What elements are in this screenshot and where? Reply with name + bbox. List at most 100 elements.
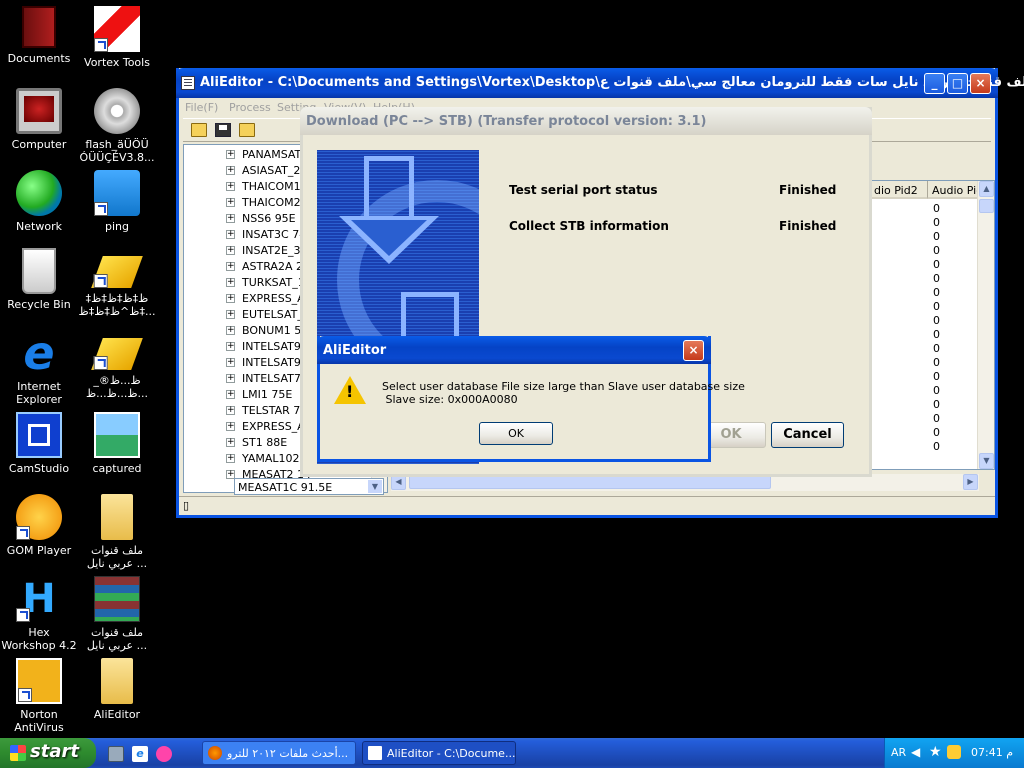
expand-icon[interactable]: + (226, 390, 235, 399)
desktop-icon-computer[interactable]: Computer (0, 88, 78, 151)
expand-icon[interactable]: + (226, 342, 235, 351)
windows-flag-icon (10, 745, 26, 761)
grid-cell-audio-pid[interactable]: 0 (933, 216, 973, 229)
alert-close-button[interactable]: × (683, 340, 704, 361)
desktop-icon-vortex-tools[interactable]: Vortex Tools (78, 6, 156, 69)
open-folder-icon[interactable] (239, 123, 255, 137)
desktop-icon-captured[interactable]: captured (78, 412, 156, 475)
save-icon[interactable] (215, 123, 231, 137)
grid-cell-audio-pid[interactable]: 0 (933, 426, 973, 439)
grid-cell-audio-pid[interactable]: 0 (933, 342, 973, 355)
gom-player-icon (16, 494, 62, 540)
internet-explorer-icon: e (23, 326, 55, 380)
expand-icon[interactable]: + (226, 406, 235, 415)
desktop-icon-camstudio[interactable]: CamStudio (0, 412, 78, 475)
desktop-icon-gom-player[interactable]: GOM Player (0, 494, 78, 557)
grid-vertical-scrollbar[interactable]: ▲ ▼ (977, 181, 994, 469)
show-desktop-icon[interactable] (108, 746, 124, 762)
expand-icon[interactable]: + (226, 310, 235, 319)
satellite-combo[interactable]: MEASAT1C 91.5E ▼ (234, 478, 384, 495)
scroll-up-icon[interactable]: ▲ (979, 181, 994, 197)
taskbar-item-alieditor[interactable]: AliEditor - C:\Docume... (362, 741, 516, 765)
maximize-button[interactable]: □ (947, 73, 968, 94)
alert-ok-button[interactable]: OK (479, 422, 553, 445)
grid-cell-audio-pid[interactable]: 0 (933, 398, 973, 411)
expand-icon[interactable]: + (226, 294, 235, 303)
expand-icon[interactable]: + (226, 214, 235, 223)
grid-cell-audio-pid[interactable]: 0 (933, 258, 973, 271)
star-icon[interactable]: ★ (929, 744, 942, 760)
desktop-icon-winamp-2[interactable]: ظ...ظ®_ ظ...ظ...ظ... (78, 330, 156, 400)
desktop-icon-channels-archive[interactable]: ملف قنوات عربي نايل ... (78, 576, 156, 652)
scroll-right-icon[interactable]: ▶ (963, 474, 978, 490)
scroll-thumb[interactable] (979, 199, 994, 213)
expand-icon[interactable]: + (226, 326, 235, 335)
desktop-icon-network[interactable]: Network (0, 170, 78, 233)
dialog-titlebar[interactable]: Download (PC --> STB) (Transfer protocol… (300, 107, 872, 135)
start-button[interactable]: start (0, 738, 96, 768)
close-button[interactable]: × (970, 73, 991, 94)
desktop-icon-internet-explorer[interactable]: e Internet Explorer (0, 330, 78, 406)
expand-icon[interactable]: + (226, 230, 235, 239)
grid-cell-audio-pid[interactable]: 0 (933, 244, 973, 257)
column-header-audio-pid[interactable]: Audio Pic (928, 181, 980, 199)
desktop-icon-channels-folder-1[interactable]: ملف قنوات عربي نايل ... (78, 494, 156, 570)
grid-cell-audio-pid[interactable]: 0 (933, 412, 973, 425)
scroll-down-icon[interactable]: ▼ (979, 453, 994, 469)
grid-cell-audio-pid[interactable]: 0 (933, 370, 973, 383)
open-folder-icon[interactable] (191, 123, 207, 137)
column-header-audio-pid2[interactable]: dio Pid2 (870, 181, 928, 199)
alert-titlebar[interactable]: AliEditor × (317, 336, 711, 364)
winrar-archive-icon (94, 576, 140, 622)
combo-value: MEASAT1C 91.5E (238, 481, 333, 494)
expand-icon[interactable]: + (226, 182, 235, 191)
expand-icon[interactable]: + (226, 246, 235, 255)
grid-cell-audio-pid[interactable]: 0 (933, 356, 973, 369)
menu-process[interactable]: Process (229, 101, 271, 114)
minimize-button[interactable]: _ (924, 73, 945, 94)
desktop-icon-flash[interactable]: flash_äÜÖÜ ÓÜÜÇÉV3.8... (78, 88, 156, 164)
recycle-bin-icon (22, 248, 56, 294)
window-titlebar[interactable]: AliEditor - C:\Documents and Settings\Vo… (176, 68, 1024, 98)
grid-cell-audio-pid[interactable]: 0 (933, 272, 973, 285)
expand-icon[interactable]: + (226, 150, 235, 159)
desktop-icon-norton-antivirus[interactable]: Norton AntiVirus (0, 658, 78, 734)
chevron-left-icon[interactable]: ◀ (911, 745, 920, 759)
grid-cell-audio-pid[interactable]: 0 (933, 286, 973, 299)
grid-cell-audio-pid[interactable]: 0 (933, 314, 973, 327)
status-indicator: ▯ (183, 499, 190, 512)
grid-cell-audio-pid[interactable]: 0 (933, 328, 973, 341)
grid-cell-audio-pid[interactable]: 0 (933, 300, 973, 313)
cancel-button[interactable]: Cancel (771, 422, 844, 448)
desktop-icon-alieditor[interactable]: AliEditor (78, 658, 156, 721)
grid-cell-audio-pid[interactable]: 0 (933, 440, 973, 453)
expand-icon[interactable]: + (226, 278, 235, 287)
grid-cell-audio-pid[interactable]: 0 (933, 202, 973, 215)
desktop-icon-recycle-bin[interactable]: Recycle Bin (0, 248, 78, 311)
expand-icon[interactable]: + (226, 438, 235, 447)
desktop-icon-winamp-1[interactable]: ظ‡ظ‡ظ‡ظ‡ ظ^ظ‡ظ‡ظ‡... (78, 248, 156, 318)
language-indicator[interactable]: AR (891, 746, 906, 759)
grid-cell-audio-pid[interactable]: 0 (933, 230, 973, 243)
expand-icon[interactable]: + (226, 198, 235, 207)
expand-icon[interactable]: + (226, 358, 235, 367)
desktop-icon-ping[interactable]: ping (78, 170, 156, 233)
expand-icon[interactable]: + (226, 166, 235, 175)
expand-icon[interactable]: + (226, 262, 235, 271)
users-icon[interactable] (947, 745, 961, 759)
expand-icon[interactable]: + (226, 422, 235, 431)
grid-cell-audio-pid[interactable]: 0 (933, 384, 973, 397)
internet-explorer-icon[interactable]: e (132, 746, 148, 762)
desktop-icon-hex-workshop[interactable]: H Hex Workshop 4.2 (0, 576, 78, 652)
desktop-icon-label: CamStudio (8, 462, 70, 475)
scroll-thumb[interactable] (409, 475, 771, 489)
desktop-icon-documents[interactable]: Documents (0, 6, 78, 65)
desktop-icon-label: Internet Explorer (16, 380, 62, 406)
expand-icon[interactable]: + (226, 374, 235, 383)
expand-icon[interactable]: + (226, 454, 235, 463)
media-player-icon[interactable] (156, 746, 172, 762)
chevron-down-icon[interactable]: ▼ (368, 480, 382, 493)
hex-workshop-icon: H (16, 576, 62, 622)
menu-file[interactable]: File(F) (185, 101, 218, 114)
taskbar-item-firefox[interactable]: أحدث ملفات ٢٠١٢ للترو... (202, 741, 356, 765)
